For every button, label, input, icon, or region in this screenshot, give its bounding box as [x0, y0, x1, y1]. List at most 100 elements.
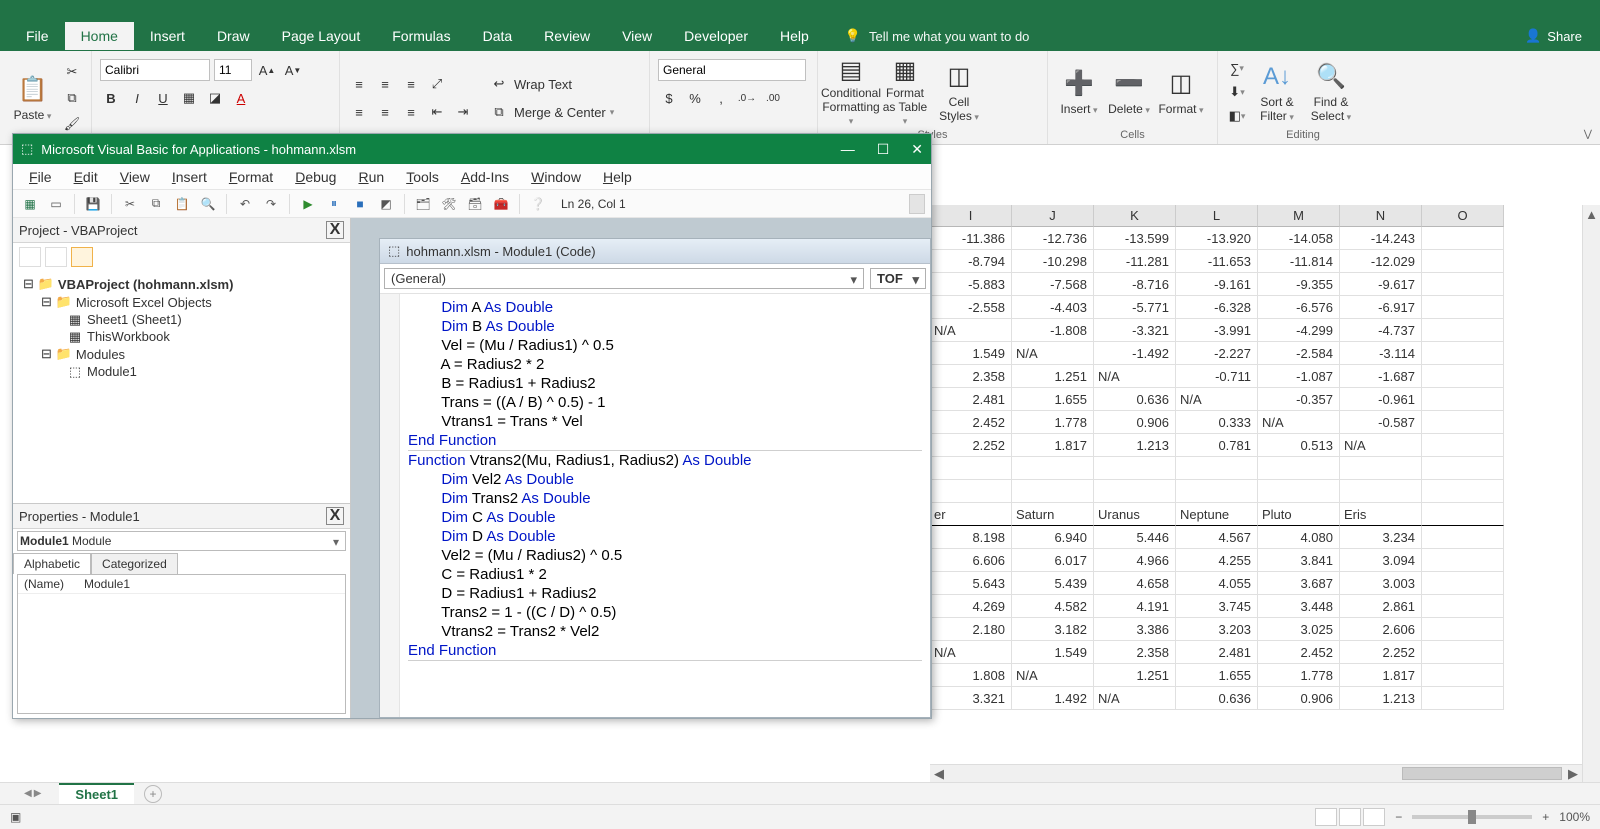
code-editor[interactable]: Dim A As Double Dim B As Double Vel = (M…: [400, 294, 930, 717]
cell[interactable]: [1176, 480, 1258, 503]
sheet-nav[interactable]: ◀▶: [24, 788, 41, 799]
view-code-icon[interactable]: [19, 247, 41, 267]
cell[interactable]: Uranus: [1094, 503, 1176, 526]
cell[interactable]: Neptune: [1176, 503, 1258, 526]
insert-button[interactable]: ➕Insert: [1056, 57, 1102, 127]
cell[interactable]: 1.549: [930, 342, 1012, 365]
scroll-up-icon[interactable]: ▲: [1583, 205, 1600, 223]
cell[interactable]: -1.087: [1258, 365, 1340, 388]
project-pane-close-icon[interactable]: X: [326, 221, 344, 239]
tree-item-module1[interactable]: ⬚Module1: [19, 363, 344, 380]
cell[interactable]: [1422, 641, 1504, 664]
run-icon[interactable]: ▶: [297, 193, 319, 215]
conditional-formatting-button[interactable]: ▤Conditional Formatting: [826, 57, 876, 127]
increase-indent-icon[interactable]: ⇥: [452, 101, 474, 123]
cell[interactable]: [1422, 549, 1504, 572]
cell[interactable]: 3.203: [1176, 618, 1258, 641]
cell[interactable]: 2.481: [1176, 641, 1258, 664]
format-button[interactable]: ◫Format: [1156, 57, 1206, 127]
break-icon[interactable]: ⏸: [323, 193, 345, 215]
cell[interactable]: [1012, 480, 1094, 503]
cell[interactable]: [1094, 480, 1176, 503]
cell[interactable]: 3.841: [1258, 549, 1340, 572]
zoom-slider[interactable]: [1412, 815, 1532, 819]
cell[interactable]: [930, 480, 1012, 503]
cell[interactable]: 4.080: [1258, 526, 1340, 549]
orientation-icon[interactable]: ⤢: [426, 73, 448, 95]
cell[interactable]: 3.745: [1176, 595, 1258, 618]
cell[interactable]: 1.778: [1258, 664, 1340, 687]
ribbon-tab-help[interactable]: Help: [764, 22, 825, 50]
number-format-input[interactable]: [658, 59, 806, 81]
cell[interactable]: 2.180: [930, 618, 1012, 641]
ribbon-tab-home[interactable]: Home: [65, 22, 134, 50]
scroll-thumb[interactable]: [1402, 767, 1562, 780]
cell[interactable]: -14.058: [1258, 227, 1340, 250]
ribbon-tab-draw[interactable]: Draw: [201, 22, 266, 50]
zoom-level[interactable]: 100%: [1559, 810, 1590, 824]
cell[interactable]: -13.599: [1094, 227, 1176, 250]
cell[interactable]: -6.576: [1258, 296, 1340, 319]
project-tree[interactable]: ⊟ 📁VBAProject (hohmann.xlsm) ⊟ 📁Microsof…: [13, 271, 350, 503]
cell[interactable]: -1.808: [1012, 319, 1094, 342]
cell[interactable]: 2.358: [930, 365, 1012, 388]
font-name-input[interactable]: [100, 59, 210, 81]
cell[interactable]: -1.492: [1094, 342, 1176, 365]
cell[interactable]: 4.966: [1094, 549, 1176, 572]
cell[interactable]: 1.549: [1012, 641, 1094, 664]
vba-menu-format[interactable]: Format: [219, 167, 283, 187]
cell[interactable]: 1.251: [1094, 664, 1176, 687]
increase-decimal-icon[interactable]: .0→: [736, 87, 758, 109]
cell[interactable]: -2.584: [1258, 342, 1340, 365]
cell[interactable]: 2.252: [930, 434, 1012, 457]
cell[interactable]: 0.781: [1176, 434, 1258, 457]
cell[interactable]: 1.778: [1012, 411, 1094, 434]
copy-icon[interactable]: ⧉: [61, 87, 83, 109]
close-icon[interactable]: ✕: [911, 141, 923, 158]
cell[interactable]: 4.055: [1176, 572, 1258, 595]
vba-menu-edit[interactable]: Edit: [64, 167, 108, 187]
cell[interactable]: 0.333: [1176, 411, 1258, 434]
minimize-icon[interactable]: —: [841, 141, 855, 158]
ribbon-tab-data[interactable]: Data: [467, 22, 529, 50]
cell[interactable]: -4.737: [1340, 319, 1422, 342]
excel-icon[interactable]: ▦: [19, 193, 41, 215]
cell[interactable]: -2.558: [930, 296, 1012, 319]
cell[interactable]: -11.386: [930, 227, 1012, 250]
cell[interactable]: 8.198: [930, 526, 1012, 549]
align-left-icon[interactable]: ≡: [348, 101, 370, 123]
cell[interactable]: -5.883: [930, 273, 1012, 296]
percent-icon[interactable]: %: [684, 87, 706, 109]
italic-button[interactable]: I: [126, 87, 148, 109]
cell[interactable]: -3.321: [1094, 319, 1176, 342]
ribbon-tab-page-layout[interactable]: Page Layout: [266, 22, 377, 50]
vba-menu-help[interactable]: Help: [593, 167, 642, 187]
cell[interactable]: 2.452: [1258, 641, 1340, 664]
cell[interactable]: [1422, 319, 1504, 342]
cell[interactable]: [1422, 572, 1504, 595]
scroll-right-icon[interactable]: ▶: [1564, 765, 1582, 782]
cell[interactable]: 2.606: [1340, 618, 1422, 641]
cell[interactable]: 3.234: [1340, 526, 1422, 549]
properties-grid[interactable]: (Name)Module1: [17, 574, 346, 714]
fill-icon[interactable]: ⬇: [1226, 81, 1248, 103]
cell[interactable]: 0.636: [1094, 388, 1176, 411]
cell[interactable]: [1012, 457, 1094, 480]
autosum-icon[interactable]: ∑: [1226, 57, 1248, 79]
font-color-icon[interactable]: A: [230, 87, 252, 109]
cell[interactable]: -0.587: [1340, 411, 1422, 434]
cell[interactable]: [1422, 526, 1504, 549]
increase-font-icon[interactable]: A▲: [256, 59, 278, 81]
align-center-icon[interactable]: ≡: [374, 101, 396, 123]
scroll-left-icon[interactable]: ◀: [930, 765, 948, 782]
cell[interactable]: [1176, 457, 1258, 480]
cell[interactable]: [1422, 296, 1504, 319]
cell[interactable]: N/A: [1094, 687, 1176, 710]
cell[interactable]: Pluto: [1258, 503, 1340, 526]
delete-button[interactable]: ➖Delete: [1106, 57, 1152, 127]
cell[interactable]: 3.321: [930, 687, 1012, 710]
cell[interactable]: [1422, 503, 1504, 526]
vba-menu-insert[interactable]: Insert: [162, 167, 217, 187]
cell[interactable]: 0.906: [1094, 411, 1176, 434]
cell[interactable]: Saturn: [1012, 503, 1094, 526]
